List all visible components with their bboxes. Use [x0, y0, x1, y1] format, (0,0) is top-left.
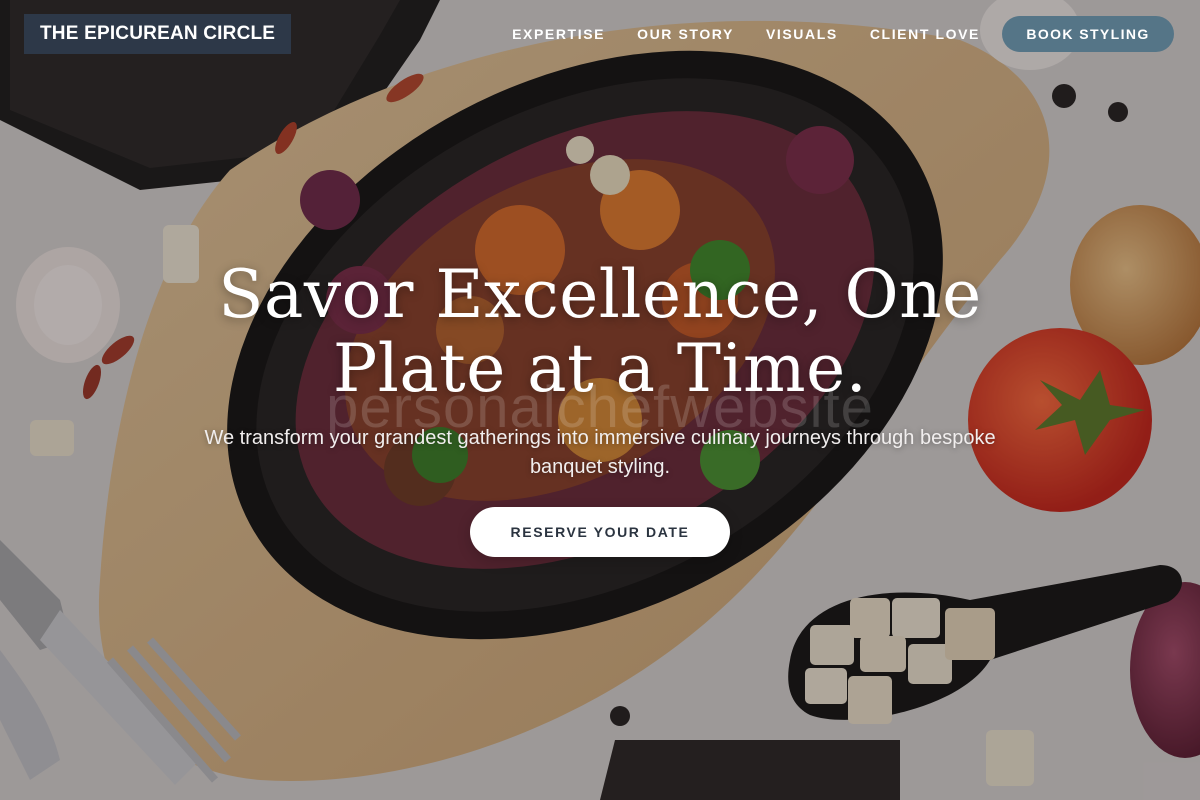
hero-section: THE EPICUREAN CIRCLE EXPERTISE OUR STORY…: [0, 0, 1200, 800]
nav-link-expertise[interactable]: EXPERTISE: [512, 23, 605, 45]
nav-links: EXPERTISE OUR STORY VISUALS CLIENT LOVE: [512, 23, 980, 45]
hero-subtitle: We transform your grandest gatherings in…: [204, 427, 996, 478]
book-styling-button[interactable]: BOOK STYLING: [1002, 16, 1174, 52]
nav-link-client-love[interactable]: CLIENT LOVE: [870, 23, 980, 45]
nav-link-visuals[interactable]: VISUALS: [766, 23, 838, 45]
top-navigation: THE EPICUREAN CIRCLE EXPERTISE OUR STORY…: [0, 0, 1200, 68]
brand-logo[interactable]: THE EPICUREAN CIRCLE: [24, 14, 292, 54]
hero-headline-line-1: Savor Excellence, One: [218, 256, 982, 333]
reserve-date-button[interactable]: RESERVE YOUR DATE: [470, 507, 730, 557]
nav-link-our-story[interactable]: OUR STORY: [637, 23, 734, 45]
